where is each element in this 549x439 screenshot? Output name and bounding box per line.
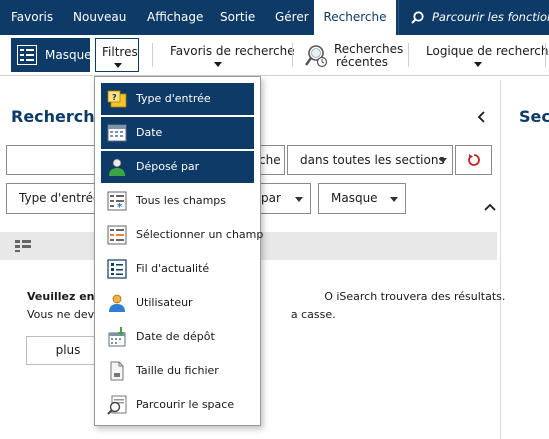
search-hint-line2-rest: a casse.	[290, 308, 336, 321]
magnifier-icon	[411, 11, 424, 24]
dropdown-item-label: Date de dépôt	[136, 330, 215, 343]
chevron-up-icon[interactable]	[484, 203, 496, 211]
filter-par-label: par	[261, 191, 281, 205]
news-feed-icon	[107, 259, 127, 279]
tab-recherche[interactable]: Recherche	[314, 0, 396, 35]
filtres-button-label: Filtres	[102, 45, 138, 59]
chevron-down-icon	[390, 197, 398, 202]
logique-recherche-button[interactable]: Logique de recherche	[418, 38, 549, 72]
filter-masque[interactable]: Masque	[318, 183, 406, 214]
calendar-icon	[107, 124, 127, 142]
filter-par[interactable]: par	[255, 183, 311, 214]
masque-button[interactable]: Masque	[11, 38, 92, 72]
ribbon-toolbar: Masque Filtres Favoris de recherche Rech…	[0, 35, 549, 76]
favoris-recherche-label: Favoris de recherche	[170, 44, 295, 58]
tab-gerer[interactable]: Gérer	[275, 0, 309, 35]
dropdown-item-label: Parcourir le space	[136, 398, 235, 411]
chevron-down-icon	[295, 197, 303, 202]
browse-space-icon	[107, 395, 127, 415]
svg-text:?: ?	[112, 93, 117, 102]
dropdown-item-parcourir-space[interactable]: Parcourir le space	[101, 389, 254, 421]
search-hint-line2-start: Vous ne deve	[27, 308, 101, 321]
dropdown-item-utilisateur[interactable]: Utilisateur	[101, 287, 254, 319]
recherches-recentes-line1: Recherches	[334, 42, 404, 56]
dropdown-item-label: Sélectionner un champ	[136, 228, 264, 241]
section-select[interactable]: dans toutes les sections	[287, 145, 453, 175]
tab-affichage[interactable]: Affichage	[147, 0, 203, 35]
recherches-recentes-line2: récentes	[336, 55, 388, 69]
dropdown-item-label: Date	[136, 126, 163, 139]
menu-bar: Favoris Nouveau Affichage Sortie Gérer R…	[0, 0, 549, 35]
panel-divider	[500, 80, 501, 439]
dropdown-item-label: Taille du fichier	[136, 364, 219, 377]
reset-icon	[468, 154, 480, 166]
dropdown-item-taille-fichier[interactable]: Taille du fichier	[101, 355, 254, 387]
dropdown-item-selectionner-champ[interactable]: Sélectionner un champ	[101, 219, 263, 251]
filter-type-entree[interactable]: Type d'entrée	[6, 183, 106, 214]
section-panel-title: Sect	[519, 107, 549, 126]
dropdown-item-label: Déposé par	[136, 160, 200, 173]
list-view-icon[interactable]	[15, 240, 31, 252]
panel-title: Recherche	[11, 107, 106, 126]
dropdown-item-label: Fil d'actualité	[136, 262, 210, 275]
tab-sortie[interactable]: Sortie	[220, 0, 255, 35]
dropdown-item-depose-par[interactable]: Déposé par	[101, 151, 254, 183]
function-search[interactable]: Parcourir les fonctions	[398, 0, 549, 35]
filter-type-entree-label: Type d'entrée	[19, 191, 101, 205]
dropdown-item-date[interactable]: Date	[101, 117, 254, 149]
tab-nouveau[interactable]: Nouveau	[73, 0, 126, 35]
ribbon-divider	[292, 43, 293, 67]
dropdown-item-tous-champs[interactable]: * Tous les champs	[101, 185, 254, 217]
function-search-placeholder: Parcourir les fonctions	[432, 10, 549, 24]
ribbon-divider	[152, 43, 153, 67]
dropdown-item-label: Type d'entrée	[136, 92, 211, 105]
filing-date-icon	[108, 327, 126, 347]
reset-button[interactable]	[455, 145, 492, 175]
search-hint-line1-rest: O iSearch trouvera des résultats.	[324, 290, 506, 303]
dropdown-item-fil-actualite[interactable]: Fil d'actualité	[101, 253, 254, 285]
mask-list-icon	[17, 45, 37, 65]
user-icon	[109, 294, 125, 312]
dropdown-item-date-depot[interactable]: Date de dépôt	[101, 321, 254, 353]
search-input-suffix: che	[259, 153, 281, 167]
chevron-left-icon[interactable]	[477, 110, 487, 124]
svg-text:*: *	[117, 202, 123, 211]
file-size-icon	[110, 361, 124, 381]
chevron-down-icon	[439, 158, 447, 163]
favoris-recherche-button[interactable]: Favoris de recherche	[160, 38, 295, 72]
recherches-recentes-button[interactable]: Recherches récentes	[298, 38, 403, 72]
ribbon-divider	[408, 43, 409, 67]
select-field-icon	[107, 225, 127, 245]
tab-favoris[interactable]: Favoris	[11, 0, 53, 35]
ribbon-divider	[545, 43, 546, 67]
recent-search-icon	[305, 45, 328, 68]
chevron-down-icon	[114, 63, 122, 68]
dropdown-item-type-entree[interactable]: ? Type d'entrée	[101, 83, 254, 115]
person-icon	[109, 158, 125, 176]
filters-dropdown: ? Type d'entrée Date Déposé par * Tous l…	[94, 76, 263, 426]
filtres-button[interactable]: Filtres	[95, 38, 139, 72]
logique-recherche-label: Logique de recherche	[426, 44, 549, 58]
section-select-value: dans toutes les sections	[300, 153, 445, 167]
dropdown-item-label: Utilisateur	[136, 296, 193, 309]
all-fields-icon: *	[107, 191, 127, 211]
chevron-down-icon	[474, 62, 482, 67]
entry-type-icon: ?	[107, 90, 127, 108]
dropdown-item-label: Tous les champs	[136, 194, 227, 207]
masque-button-label: Masque	[45, 48, 92, 62]
chevron-down-icon	[214, 62, 222, 67]
filter-masque-label: Masque	[331, 191, 378, 205]
